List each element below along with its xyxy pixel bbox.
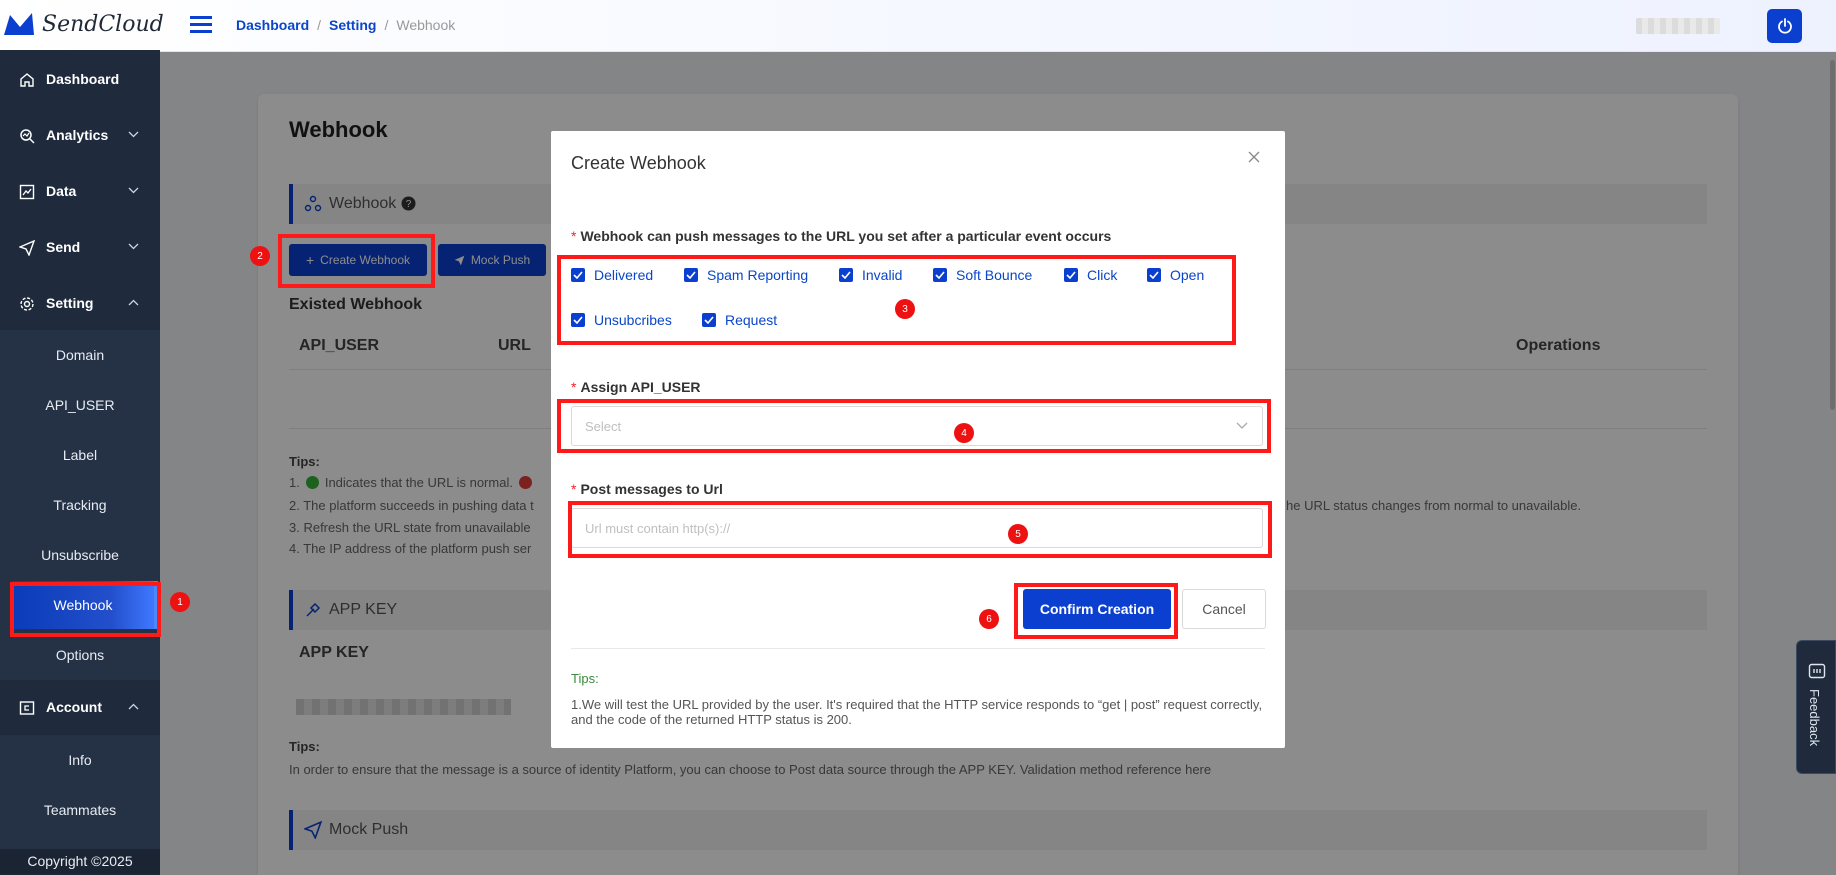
sidebar-item-label: Data (46, 183, 77, 199)
api-user-label-text: Assign API_USER (580, 379, 701, 395)
sidebar-item-label: Dashboard (46, 71, 120, 87)
feedback-icon (1808, 663, 1826, 681)
sidebar-item-domain[interactable]: Domain (0, 330, 160, 380)
dialog-title: Create Webhook (571, 153, 706, 173)
annotation-box-webhook (10, 582, 161, 637)
chevron-up-icon (128, 299, 139, 306)
wallet-icon (19, 700, 35, 716)
sidebar-item-analytics[interactable]: Analytics (0, 108, 160, 164)
feedback-tab[interactable]: Feedback (1796, 640, 1836, 774)
menu-toggle-icon[interactable] (190, 15, 212, 35)
dialog-tips-text: 1.We will test the URL provided by the u… (571, 697, 1263, 727)
analytics-icon (19, 128, 35, 144)
sidebar-item-send[interactable]: Send (0, 220, 160, 276)
top-bar: SendCloud Dashboard / Setting / Webhook (0, 0, 1836, 52)
events-label-text: Webhook can push messages to the URL you… (580, 228, 1112, 244)
sidebar-item-unsubscribe[interactable]: Unsubscribe (0, 530, 160, 580)
api-user-label: * Assign API_USER (571, 379, 701, 395)
chevron-down-icon (128, 187, 139, 194)
dialog-tips-label: Tips: (571, 671, 599, 686)
sidebar-filler (0, 835, 160, 850)
annotation-box-url (568, 501, 1272, 558)
feedback-label: Feedback (1807, 689, 1822, 747)
home-icon (19, 72, 35, 88)
annotation-box-create (278, 234, 435, 288)
sidebar-item-options[interactable]: Options (0, 630, 160, 680)
send-icon (19, 240, 35, 256)
chevron-down-icon (128, 243, 139, 250)
logout-button[interactable] (1767, 9, 1802, 43)
logo-icon (4, 13, 34, 35)
user-name-blurred (1636, 18, 1720, 34)
sidebar-item-teammates[interactable]: Teammates (0, 785, 160, 835)
annotation-number: 1 (170, 592, 190, 612)
sidebar-item-label: Send (46, 239, 81, 255)
dialog-divider (571, 648, 1265, 649)
breadcrumb-current: Webhook (396, 17, 456, 33)
url-label: * Post messages to Url (571, 481, 723, 497)
chevron-up-icon (128, 703, 139, 710)
chart-icon (19, 184, 35, 200)
annotation-box-confirm (1014, 583, 1178, 639)
sidebar-item-label: Analytics (46, 127, 109, 143)
close-icon[interactable] (1248, 151, 1260, 163)
sidebar-item-account[interactable]: Account (0, 680, 160, 732)
breadcrumb-separator: / (384, 17, 389, 33)
annotation-box-events (557, 255, 1236, 345)
cancel-button[interactable]: Cancel (1182, 589, 1266, 629)
chevron-down-icon (128, 131, 139, 138)
copyright: Copyright ©2025 (0, 849, 160, 874)
sidebar-item-label-page[interactable]: Label (0, 430, 160, 480)
power-icon (1777, 18, 1792, 34)
sidebar-item-label: Account (46, 699, 102, 715)
annotation-number: 2 (250, 246, 270, 266)
annotation-box-api-user (557, 399, 1271, 453)
sidebar-item-info[interactable]: Info (0, 735, 160, 785)
gear-icon (19, 296, 35, 312)
sidebar: Dashboard Analytics Data Send Setting Do… (0, 50, 160, 875)
sidebar-item-setting[interactable]: Setting (0, 276, 160, 332)
annotation-number: 4 (954, 423, 974, 443)
logo[interactable]: SendCloud (2, 11, 164, 37)
breadcrumb-dashboard[interactable]: Dashboard (236, 17, 309, 33)
breadcrumb: Dashboard / Setting / Webhook (236, 17, 455, 33)
sidebar-item-dashboard[interactable]: Dashboard (0, 52, 160, 108)
sidebar-item-tracking[interactable]: Tracking (0, 480, 160, 530)
breadcrumb-setting[interactable]: Setting (329, 17, 376, 33)
breadcrumb-separator: / (317, 17, 322, 33)
url-label-text: Post messages to Url (580, 481, 723, 497)
sidebar-item-label: Setting (46, 295, 94, 311)
sidebar-item-api-user[interactable]: API_USER (0, 380, 160, 430)
annotation-number: 5 (1008, 524, 1028, 544)
sidebar-item-data[interactable]: Data (0, 164, 160, 220)
events-label: * Webhook can push messages to the URL yo… (571, 228, 1112, 244)
logo-text: SendCloud (42, 11, 164, 37)
annotation-number: 3 (895, 299, 915, 319)
annotation-number: 6 (979, 609, 999, 629)
